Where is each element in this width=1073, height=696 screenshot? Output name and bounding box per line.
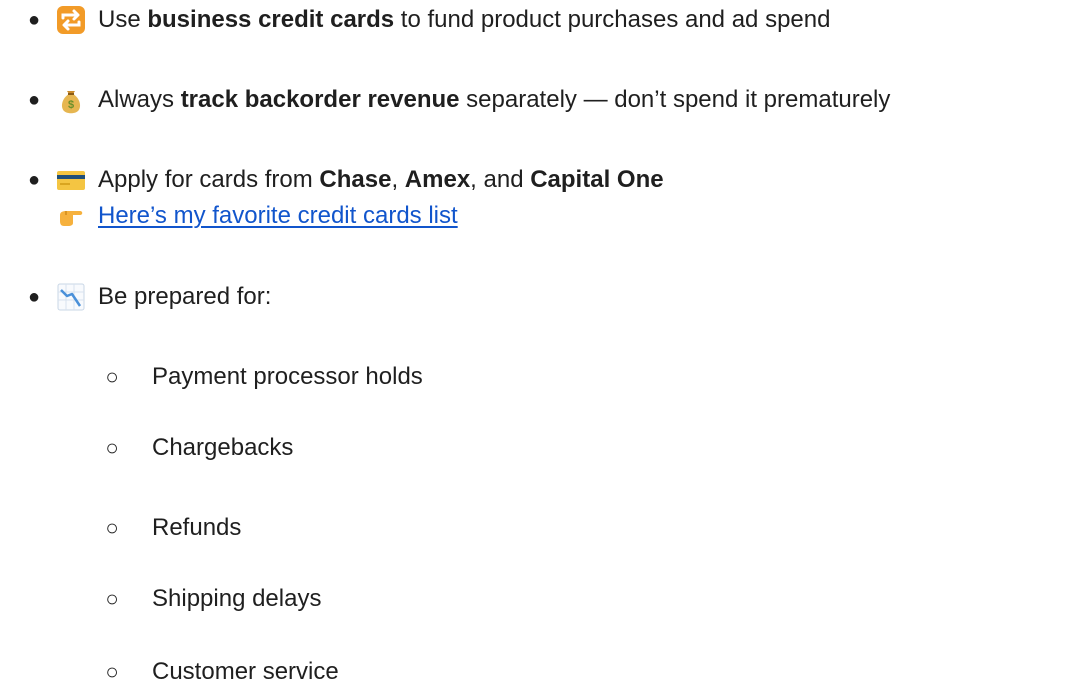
sub-list-item-text: Shipping delays [152, 585, 322, 612]
money-bag-icon: $ [56, 85, 86, 115]
list-item-text: Apply for cards from Chase, Amex, and Ca… [98, 166, 664, 193]
bullet-marker: ● [27, 169, 41, 191]
svg-text:$: $ [68, 99, 74, 111]
chart-decreasing-icon [56, 282, 86, 312]
list-item-text: Always track backorder revenue separatel… [98, 86, 891, 113]
sub-bullet-marker: ○ [105, 586, 119, 611]
sub-list-item-text: Chargebacks [152, 434, 294, 461]
sub-bullet-marker: ○ [105, 515, 119, 540]
sub-list-item-text: Customer service [152, 658, 339, 685]
favorite-credit-cards-link[interactable]: Here’s my favorite credit cards list [98, 200, 458, 232]
sub-bullet-marker: ○ [105, 364, 119, 389]
bullet-marker: ● [27, 286, 41, 308]
pointing-hand-icon [56, 201, 86, 231]
sub-bullet-marker: ○ [105, 435, 119, 460]
list-item-text: Use business credit cards to fund produc… [98, 6, 831, 33]
credit-card-icon [56, 165, 86, 195]
sub-bullet-marker: ○ [105, 659, 119, 684]
sub-list-item-text: Refunds [152, 514, 242, 541]
list-item-text: Be prepared for: [98, 283, 272, 310]
repeat-arrows-icon [56, 5, 86, 35]
sub-list-item-text: Payment processor holds [152, 363, 423, 390]
bullet-marker: ● [27, 9, 41, 31]
bullet-marker: ● [27, 89, 41, 111]
